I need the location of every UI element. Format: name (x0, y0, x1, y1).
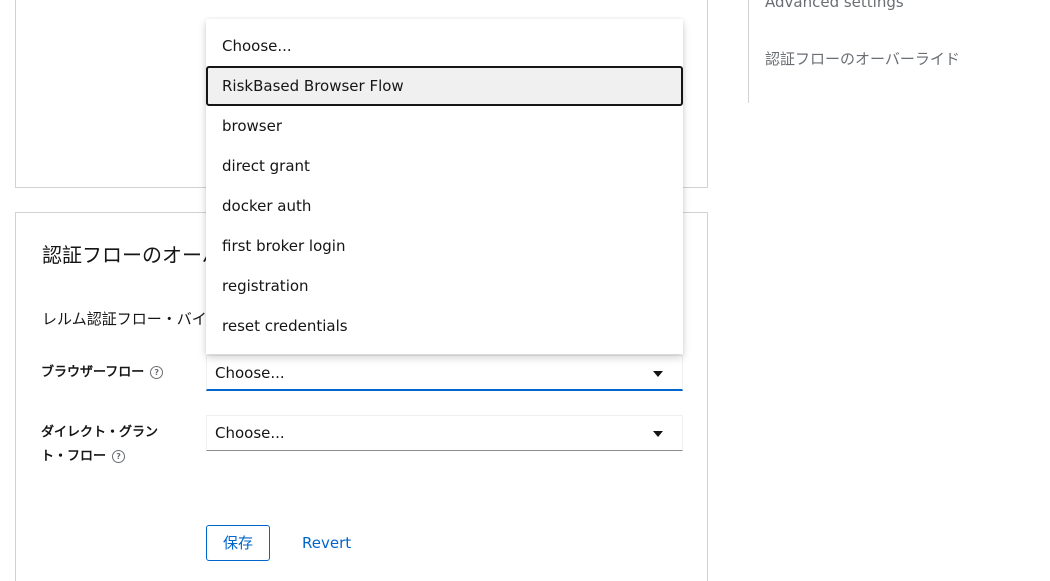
menu-item-direct-grant[interactable]: direct grant (206, 146, 683, 186)
direct-grant-flow-label-line2-wrap: ト・フロー? (41, 445, 158, 469)
menu-item-docker-auth[interactable]: docker auth (206, 186, 683, 226)
direct-grant-flow-select-value: Choose... (215, 424, 285, 442)
save-button[interactable]: 保存 (206, 525, 270, 561)
direct-grant-flow-label-line2: ト・フロー (41, 449, 107, 464)
revert-button[interactable]: Revert (302, 525, 351, 561)
menu-item-first-broker-login[interactable]: first broker login (206, 226, 683, 266)
page: Advanced settings 認証フローのオーバーライド 認証フローのオー… (0, 0, 1050, 581)
direct-grant-flow-select[interactable]: Choose... (206, 415, 683, 451)
direct-grant-flow-label: ダイレクト・グラン ト・フロー? (41, 421, 158, 469)
help-icon[interactable]: ? (112, 450, 126, 463)
jump-links-nav: Advanced settings 認証フローのオーバーライド (748, 0, 1009, 103)
browser-flow-label: ブラウザーフロー? (41, 361, 164, 385)
section-subtitle: レルム認証フロー・バインディングをオーバーライド (42, 310, 222, 328)
direct-grant-flow-label-line1: ダイレクト・グラン (41, 425, 159, 440)
menu-item-registration[interactable]: registration (206, 266, 683, 306)
browser-flow-dropdown-menu: Choose... RiskBased Browser Flow browser… (206, 19, 683, 354)
browser-flow-select-value: Choose... (215, 364, 285, 382)
menu-item-choose[interactable]: Choose... (206, 26, 683, 66)
caret-down-icon (653, 431, 663, 437)
help-icon[interactable]: ? (150, 366, 164, 379)
menu-item-reset-credentials[interactable]: reset credentials (206, 306, 683, 346)
menu-item-browser[interactable]: browser (206, 106, 683, 146)
jump-link-advanced-settings[interactable]: Advanced settings (765, 0, 904, 11)
browser-flow-label-text: ブラウザーフロー (41, 365, 145, 380)
menu-item-riskbased-browser-flow[interactable]: RiskBased Browser Flow (206, 66, 683, 106)
browser-flow-select[interactable]: Choose... (206, 355, 683, 391)
caret-down-icon (653, 371, 663, 377)
section-title: 認証フローのオーバーライド (42, 243, 222, 267)
jump-link-auth-flow-override[interactable]: 認証フローのオーバーライド (765, 48, 960, 69)
